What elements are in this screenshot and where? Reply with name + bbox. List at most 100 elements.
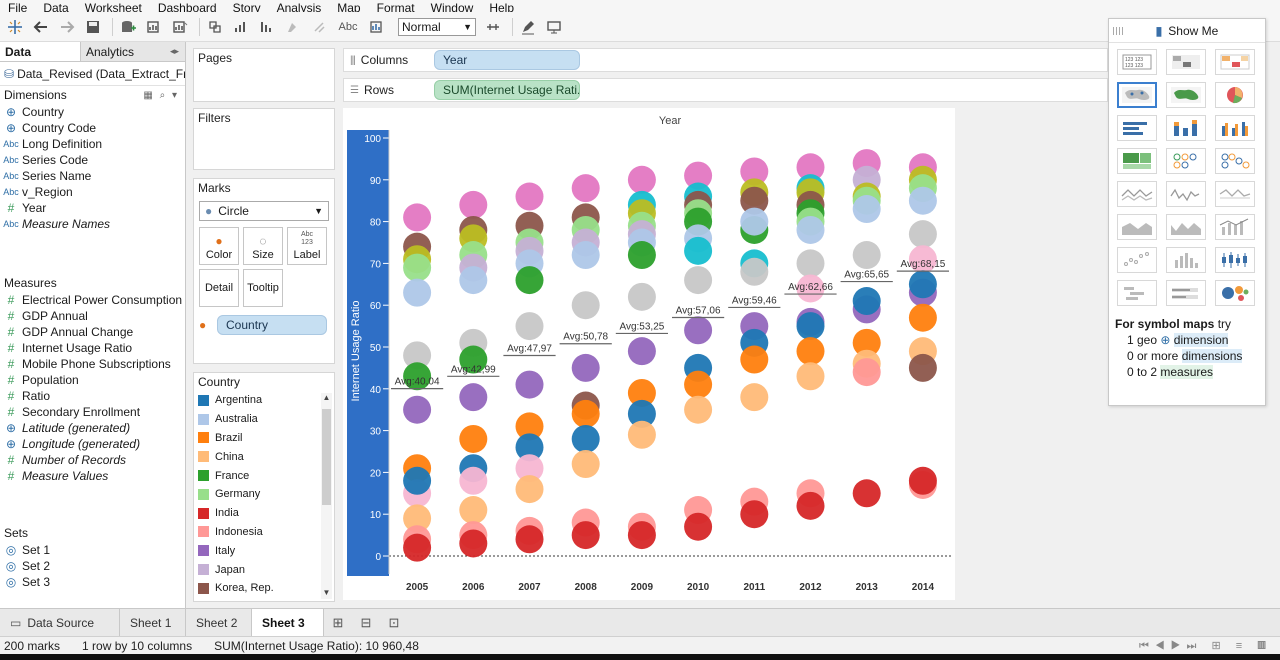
menu-format[interactable]: Format [369, 2, 423, 12]
heat-text-icon[interactable] [1166, 49, 1206, 75]
field-item[interactable]: ⊕ Longitude (generated) [0, 436, 185, 452]
presentation-mode-icon[interactable] [543, 16, 565, 38]
data-point[interactable] [571, 424, 600, 453]
data-point[interactable] [403, 466, 432, 495]
filters-card[interactable]: Filters [193, 108, 335, 170]
field-item[interactable]: # Number of Records [0, 452, 185, 468]
highlight-icon[interactable] [282, 16, 304, 38]
show-me-header[interactable]: ▮ Show Me [1109, 19, 1265, 43]
legend-item[interactable]: Australia [194, 410, 334, 429]
gantt-icon[interactable] [1117, 280, 1157, 306]
group-icon[interactable] [308, 16, 330, 38]
tab-analytics[interactable]: Analytics ◂▸ [80, 42, 185, 61]
set-item[interactable]: ◎ Set 2 [0, 558, 185, 574]
data-point[interactable] [740, 207, 769, 236]
treemap-icon[interactable] [1117, 148, 1157, 174]
field-item[interactable]: ⊕ Country Code [0, 120, 185, 136]
pie-chart-icon[interactable] [1215, 82, 1255, 108]
dual-combination-icon[interactable] [1215, 214, 1255, 240]
line-discrete-icon[interactable] [1166, 181, 1206, 207]
legend-item[interactable]: France [194, 466, 334, 485]
data-point[interactable] [684, 395, 713, 424]
histogram-icon[interactable] [1166, 247, 1206, 273]
data-point[interactable] [627, 165, 656, 194]
data-point[interactable] [908, 466, 937, 495]
data-point[interactable] [571, 353, 600, 382]
field-item[interactable]: # Internet Usage Ratio [0, 340, 185, 356]
tab-sheet-1[interactable]: Sheet 1 [120, 609, 186, 636]
data-point[interactable] [852, 358, 881, 387]
detail-button[interactable]: Detail [199, 269, 239, 307]
data-point[interactable] [908, 186, 937, 215]
menu-help[interactable]: Help [481, 2, 522, 12]
legend-item[interactable]: Italy [194, 541, 334, 560]
menu-window[interactable]: Window [423, 2, 482, 12]
data-point[interactable] [908, 353, 937, 382]
data-point[interactable] [403, 203, 432, 232]
tooltip-button[interactable]: Tooltip [243, 269, 283, 307]
circle-view-icon[interactable] [1166, 148, 1206, 174]
scrollbar-thumb[interactable] [322, 409, 331, 505]
pages-card[interactable]: Pages [193, 48, 335, 102]
scatter-plot-icon[interactable] [1117, 247, 1157, 273]
year-pill[interactable]: Year [434, 50, 580, 70]
new-dashboard-icon[interactable]: ⊟ [352, 609, 380, 636]
field-item[interactable]: # Population [0, 372, 185, 388]
field-item[interactable]: Abc Long Definition [0, 136, 185, 152]
data-point[interactable] [571, 521, 600, 550]
data-point[interactable] [515, 370, 544, 399]
data-point[interactable] [684, 266, 713, 295]
data-point[interactable] [908, 303, 937, 332]
sort-ascending-icon[interactable] [230, 16, 252, 38]
data-point[interactable] [459, 383, 488, 412]
tab-data[interactable]: Data [0, 42, 80, 61]
show-labels-icon[interactable]: Abc [334, 16, 362, 38]
forward-arrow-icon[interactable] [56, 16, 78, 38]
data-point[interactable] [459, 466, 488, 495]
data-point[interactable] [684, 512, 713, 541]
data-point[interactable] [908, 220, 937, 249]
area-discrete-icon[interactable] [1166, 214, 1206, 240]
back-arrow-icon[interactable] [30, 16, 52, 38]
field-item[interactable]: ⊕ Country [0, 104, 185, 120]
packed-bubbles-icon[interactable] [1215, 280, 1255, 306]
data-point[interactable] [515, 266, 544, 295]
legend-item[interactable]: Korea, Rep. [194, 579, 334, 598]
symbol-map-icon[interactable] [1117, 82, 1157, 108]
data-point[interactable] [740, 257, 769, 286]
data-point[interactable] [571, 241, 600, 270]
dual-line-icon[interactable] [1215, 181, 1255, 207]
set-item[interactable]: ◎ Set 1 [0, 542, 185, 558]
legend-item[interactable]: Argentina [194, 391, 334, 410]
columns-shelf[interactable]: ||| Columns Year [343, 48, 1108, 72]
legend-item[interactable]: Indonesia [194, 523, 334, 542]
data-point[interactable] [908, 270, 937, 299]
horizontal-bar-icon[interactable] [1117, 115, 1157, 141]
data-point[interactable] [515, 475, 544, 504]
bullet-graph-icon[interactable] [1166, 280, 1206, 306]
fit-dropdown[interactable]: Normal ▼ [398, 17, 476, 36]
menu-analysis[interactable]: Analysis [269, 2, 330, 12]
data-point[interactable] [459, 496, 488, 525]
data-point[interactable] [796, 491, 825, 520]
data-point[interactable] [571, 399, 600, 428]
data-point[interactable] [459, 190, 488, 219]
internet-usage-pill[interactable]: SUM(Internet Usage Rati.. [434, 80, 580, 100]
field-item[interactable]: # Year [0, 200, 185, 216]
color-button[interactable]: ● Color [199, 227, 239, 265]
field-item[interactable]: # Electrical Power Consumption [0, 292, 185, 308]
annotate-pen-icon[interactable] [517, 16, 539, 38]
line-continuous-icon[interactable] [1117, 181, 1157, 207]
box-whisker-icon[interactable] [1215, 247, 1255, 273]
size-button[interactable]: ◌ Size [243, 227, 283, 265]
new-sheet-icon[interactable]: ⊞ [324, 609, 352, 636]
area-continuous-icon[interactable] [1117, 214, 1157, 240]
data-point[interactable] [852, 241, 881, 270]
filled-map-icon[interactable] [1166, 82, 1206, 108]
menu-worksheet[interactable]: Worksheet [77, 2, 150, 12]
data-point[interactable] [627, 241, 656, 270]
datasource-item[interactable]: ⛁ Data_Revised (Data_Extract_Fr... [0, 62, 185, 86]
tab-data-source[interactable]: ▭ Data Source [0, 609, 120, 636]
data-point[interactable] [684, 370, 713, 399]
field-item[interactable]: # Measure Values [0, 468, 185, 484]
